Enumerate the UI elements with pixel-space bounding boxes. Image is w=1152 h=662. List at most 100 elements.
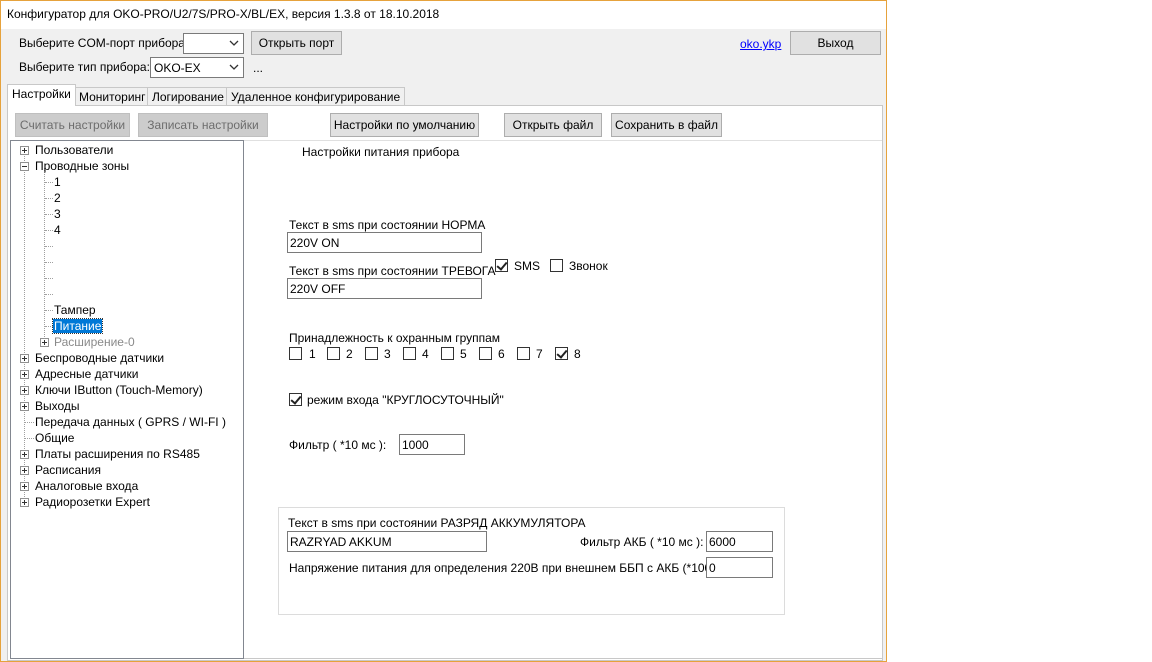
tree-item-power[interactable]: Питание [51, 318, 104, 334]
round-clock-checkbox[interactable] [289, 393, 302, 406]
expand-icon[interactable] [20, 466, 29, 475]
tree-connector [45, 230, 53, 231]
settings-tree[interactable]: Пользователи Проводные зоны 1 2 3 4 Тамп… [10, 140, 244, 659]
tree-item-zone-8[interactable] [45, 294, 53, 295]
expand-icon[interactable] [20, 386, 29, 395]
tree-item-zone-1[interactable]: 1 [54, 175, 61, 189]
open-file-button[interactable]: Открыть файл [504, 113, 602, 137]
group-1-checkbox[interactable] [289, 347, 302, 360]
tree-item-zone-3[interactable]: 3 [54, 207, 61, 221]
tree-connector [25, 422, 34, 423]
expand-icon[interactable] [20, 450, 29, 459]
round-clock-label: режим входа "КРУГЛОСУТОЧНЫЙ" [307, 393, 504, 407]
ellipsis-label: ... [253, 61, 264, 75]
tree-item-expansion[interactable]: Расширение-0 [54, 335, 135, 349]
battery-filter-label: Фильтр АКБ ( *10 мс ): [580, 535, 704, 549]
device-type-label: Выберите тип прибора: [19, 60, 150, 74]
group-5-checkbox[interactable] [441, 347, 454, 360]
com-port-label: Выберите COM-порт прибора: [19, 36, 189, 50]
tree-connector [45, 310, 53, 311]
group-3-label: 3 [384, 347, 391, 361]
chevron-down-icon [229, 40, 239, 46]
tab-remote-config[interactable]: Удаленное конфигурирование [226, 87, 406, 105]
group-7-checkbox[interactable] [517, 347, 530, 360]
site-link[interactable]: oko.ykp [740, 37, 781, 51]
tree-item-ibutton[interactable]: Ключи IButton (Touch-Memory) [35, 383, 203, 397]
tree-item-analog[interactable]: Аналоговые входа [35, 479, 138, 493]
device-type-select[interactable]: OKO-EX [150, 57, 244, 78]
tree-connector [45, 182, 53, 183]
expand-icon[interactable] [20, 498, 29, 507]
norm-text-label: Текст в sms при состоянии НОРМА [289, 218, 486, 232]
group-3-checkbox[interactable] [365, 347, 378, 360]
battery-filter-input[interactable]: 6000 [706, 531, 773, 552]
tree-connector [45, 214, 53, 215]
filter-input[interactable]: 1000 [399, 434, 465, 455]
expand-icon[interactable] [20, 354, 29, 363]
tab-logging[interactable]: Логирование [147, 87, 229, 105]
voltage-label: Напряжение питания для определения 220В … [289, 561, 739, 575]
app-window: Конфигуратор для OKO-PRO/U2/7S/PRO-X/BL/… [0, 0, 887, 662]
tree-item-users[interactable]: Пользователи [35, 143, 113, 157]
tree-item-zone-2[interactable]: 2 [54, 191, 61, 205]
tree-item-wireless[interactable]: Беспроводные датчики [35, 351, 164, 365]
voltage-input[interactable]: 0 [706, 557, 773, 578]
open-port-button[interactable]: Открыть порт [251, 31, 342, 55]
sms-label: SMS [514, 259, 541, 273]
tree-item-data-transfer[interactable]: Передача данных ( GPRS / WI-FI ) [35, 415, 226, 429]
group-4-checkbox[interactable] [403, 347, 416, 360]
group-6-label: 6 [498, 347, 505, 361]
tree-item-expert[interactable]: Радиорозетки Expert [35, 495, 150, 509]
section-title: Настройки питания прибора [302, 145, 460, 159]
read-settings-button[interactable]: Считать настройки [15, 113, 130, 137]
tree-item-outputs[interactable]: Выходы [35, 399, 80, 413]
group-4-label: 4 [422, 347, 429, 361]
filter-label: Фильтр ( *10 мс ): [289, 438, 387, 452]
alarm-text-label: Текст в sms при состоянии ТРЕВОГА [289, 264, 496, 278]
tab-monitoring[interactable]: Мониторинг [74, 87, 151, 105]
tree-item-tamper[interactable]: Тампер [54, 303, 96, 317]
tree-item-zone-5[interactable] [45, 246, 53, 247]
call-label: Звонок [569, 259, 608, 273]
tree-item-zone-4[interactable]: 4 [54, 223, 61, 237]
expand-icon[interactable] [20, 482, 29, 491]
norm-text-input[interactable]: 220V ON [287, 232, 482, 253]
tree-item-wired-zones[interactable]: Проводные зоны [35, 159, 129, 173]
window-title: Конфигуратор для OKO-PRO/U2/7S/PRO-X/BL/… [7, 7, 440, 21]
group-2-label: 2 [346, 347, 353, 361]
tree-item-general[interactable]: Общие [35, 431, 74, 445]
write-settings-button[interactable]: Записать настройки [138, 113, 268, 137]
collapse-icon[interactable] [20, 162, 29, 171]
battery-text-input[interactable]: RAZRYAD AKKUM [287, 531, 487, 552]
tab-settings[interactable]: Настройки [7, 84, 76, 106]
expand-icon[interactable] [20, 402, 29, 411]
groups-label: Принадлежность к охранным группам [289, 331, 501, 345]
group-7-label: 7 [536, 347, 543, 361]
default-settings-button[interactable]: Настройки по умолчанию [330, 113, 479, 137]
battery-text-label: Текст в sms при состоянии РАЗРЯД АККУМУЛ… [288, 516, 586, 530]
expand-icon[interactable] [20, 146, 29, 155]
tree-item-zone-7[interactable] [45, 278, 53, 279]
group-6-checkbox[interactable] [479, 347, 492, 360]
alarm-text-input[interactable]: 220V OFF [287, 278, 482, 299]
expand-icon[interactable] [40, 338, 49, 347]
tree-connector [45, 326, 53, 327]
title-bar: Конфигуратор для OKO-PRO/U2/7S/PRO-X/BL/… [1, 1, 886, 29]
tree-connector [45, 198, 53, 199]
sms-checkbox[interactable] [495, 259, 508, 272]
save-file-button[interactable]: Сохранить в файл [611, 113, 722, 137]
chevron-down-icon [229, 64, 239, 70]
tree-item-address[interactable]: Адресные датчики [35, 367, 138, 381]
com-port-select[interactable] [183, 33, 244, 54]
exit-button[interactable]: Выход [790, 31, 881, 55]
call-checkbox[interactable] [550, 259, 563, 272]
device-type-value: OKO-EX [154, 61, 201, 75]
tree-item-zone-6[interactable] [45, 262, 53, 263]
expand-icon[interactable] [20, 370, 29, 379]
group-8-checkbox[interactable] [555, 347, 568, 360]
group-2-checkbox[interactable] [327, 347, 340, 360]
group-8-label: 8 [574, 347, 581, 361]
tree-item-rs485[interactable]: Платы расширения по RS485 [35, 447, 200, 461]
tree-connector [44, 168, 45, 343]
tree-item-schedules[interactable]: Расписания [35, 463, 101, 477]
